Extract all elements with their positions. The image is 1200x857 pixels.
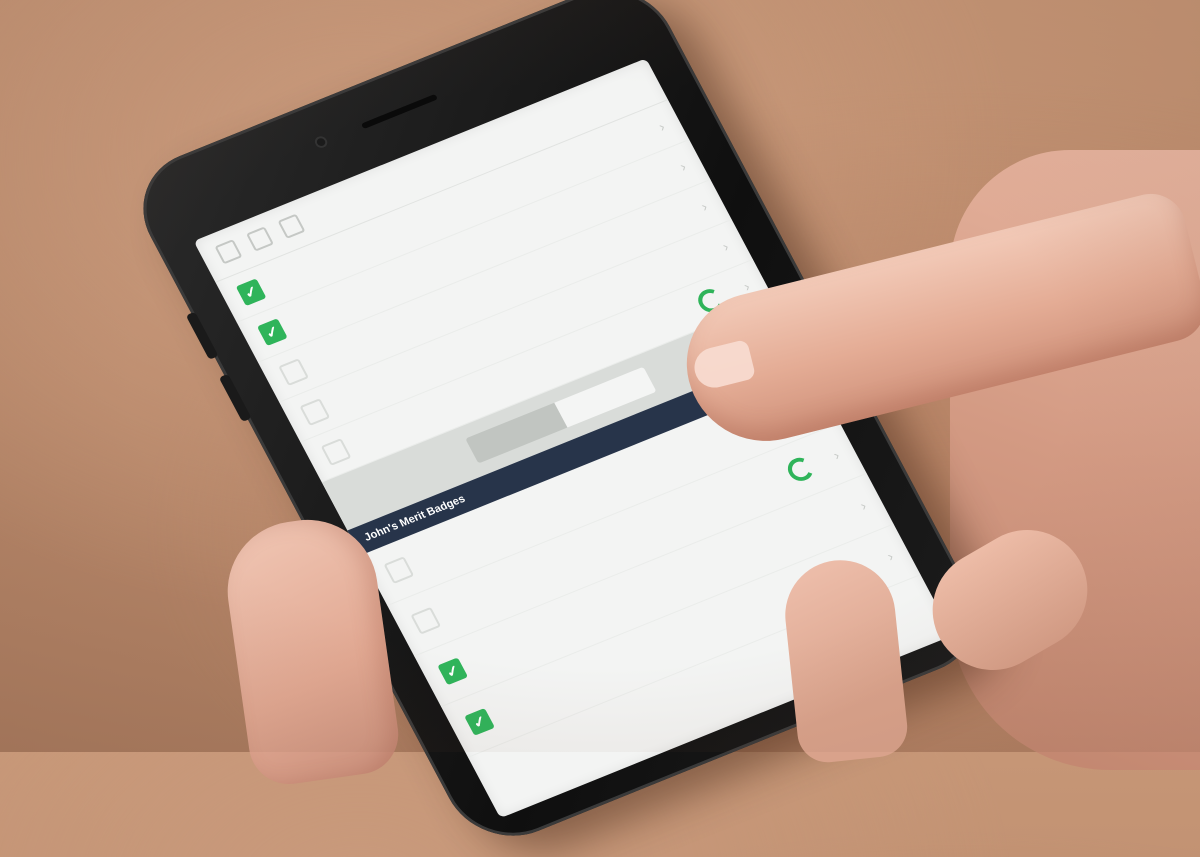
earpiece-speaker: [360, 93, 438, 130]
badge-placeholder-icon: [410, 606, 442, 635]
front-camera-icon: [312, 134, 330, 150]
chevron-right-icon: ›: [884, 548, 896, 565]
unchecked-checkbox-icon[interactable]: [299, 398, 331, 426]
menu-icon[interactable]: [246, 226, 274, 252]
edit-icon[interactable]: [277, 213, 306, 239]
volume-up-button: [185, 311, 219, 360]
chevron-right-icon: ›: [676, 158, 689, 175]
badge-placeholder-icon: [383, 556, 415, 584]
photo-scene: ✓ › ✓ › › › › John's Merit Badges › ✓ › …: [0, 0, 1200, 855]
checked-checkbox-icon[interactable]: ✓: [256, 318, 288, 347]
progress-ring-icon: [783, 454, 818, 485]
unchecked-checkbox-icon[interactable]: [278, 358, 309, 387]
volume-down-button: [218, 373, 252, 422]
chevron-right-icon: ›: [655, 118, 668, 135]
fingernail: [690, 338, 757, 392]
checked-checkbox-icon[interactable]: ✓: [235, 278, 267, 307]
unchecked-checkbox-icon[interactable]: [320, 438, 352, 466]
checked-checkbox-icon[interactable]: ✓: [437, 657, 469, 686]
chevron-right-icon: ›: [698, 198, 710, 215]
chevron-right-icon: ›: [857, 497, 870, 514]
chevron-right-icon: ›: [830, 446, 843, 463]
checked-checkbox-icon[interactable]: ✓: [464, 708, 495, 736]
chevron-right-icon: ›: [719, 238, 732, 255]
back-icon[interactable]: [214, 239, 243, 265]
